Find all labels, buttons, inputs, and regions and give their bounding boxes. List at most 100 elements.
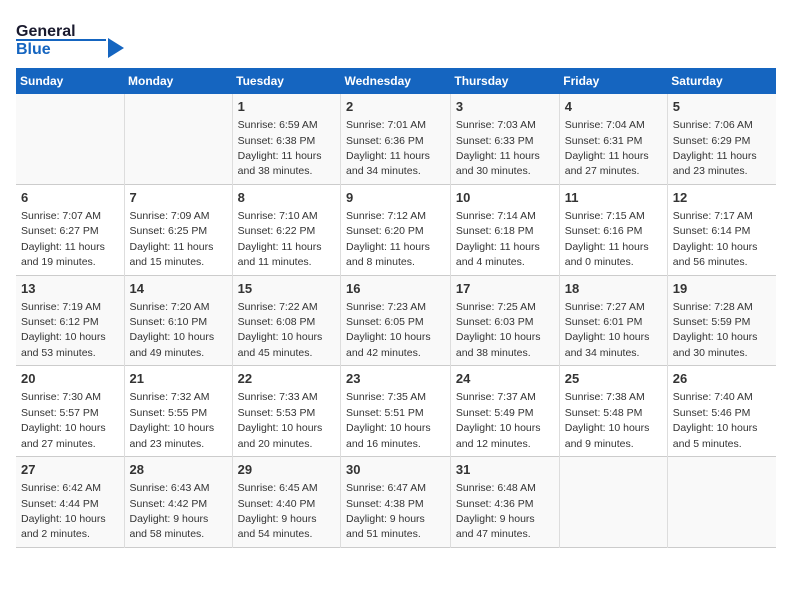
calendar-cell: 24 Sunrise: 7:37 AMSunset: 5:49 PMDayligh…: [450, 366, 559, 457]
calendar-cell: 15 Sunrise: 7:22 AMSunset: 6:08 PMDayligh…: [232, 275, 340, 366]
day-number: 19: [673, 280, 771, 298]
calendar-cell: 27Sunrise: 6:42 AMSunset: 4:44 PMDayligh…: [16, 457, 124, 548]
day-info: Sunrise: 7:04 AMSunset: 6:31 PMDaylight:…: [565, 119, 649, 177]
day-info: Sunrise: 7:35 AMSunset: 5:51 PMDaylight:…: [346, 391, 431, 449]
calendar-cell: 11 Sunrise: 7:15 AMSunset: 6:16 PMDayligh…: [559, 184, 667, 275]
day-number: 4: [565, 98, 662, 116]
calendar-cell: 29Sunrise: 6:45 AMSunset: 4:40 PMDayligh…: [232, 457, 340, 548]
day-info: Sunrise: 7:14 AMSunset: 6:18 PMDaylight:…: [456, 210, 540, 268]
day-info: Sunrise: 6:48 AMSunset: 4:36 PMDaylight:…: [456, 482, 536, 540]
calendar-cell: 2 Sunrise: 7:01 AMSunset: 6:36 PMDaylight…: [341, 94, 451, 184]
calendar-cell: 1 Sunrise: 6:59 AMSunset: 6:38 PMDaylight…: [232, 94, 340, 184]
calendar-cell: 20 Sunrise: 7:30 AMSunset: 5:57 PMDayligh…: [16, 366, 124, 457]
day-info: Sunrise: 7:09 AMSunset: 6:25 PMDaylight:…: [130, 210, 214, 268]
calendar-week-row: 1 Sunrise: 6:59 AMSunset: 6:38 PMDaylight…: [16, 94, 776, 184]
calendar-cell: 5 Sunrise: 7:06 AMSunset: 6:29 PMDaylight…: [667, 94, 776, 184]
day-number: 8: [238, 189, 335, 207]
calendar-cell: 28 Sunrise: 6:43 AMSunset: 4:42 PMDayligh…: [124, 457, 232, 548]
day-number: 15: [238, 280, 335, 298]
weekday-header: Saturday: [667, 68, 776, 94]
day-number: 17: [456, 280, 554, 298]
day-info: Sunrise: 6:59 AMSunset: 6:38 PMDaylight:…: [238, 119, 322, 177]
calendar-cell: 13 Sunrise: 7:19 AMSunset: 6:12 PMDayligh…: [16, 275, 124, 366]
day-info: Sunrise: 7:10 AMSunset: 6:22 PMDaylight:…: [238, 210, 322, 268]
calendar-header: SundayMondayTuesdayWednesdayThursdayFrid…: [16, 68, 776, 94]
logo: General Blue: [16, 16, 126, 60]
day-info: Sunrise: 7:38 AMSunset: 5:48 PMDaylight:…: [565, 391, 650, 449]
weekday-header: Wednesday: [341, 68, 451, 94]
calendar-week-row: 27Sunrise: 6:42 AMSunset: 4:44 PMDayligh…: [16, 457, 776, 548]
day-number: 2: [346, 98, 445, 116]
day-info: Sunrise: 7:40 AMSunset: 5:46 PMDaylight:…: [673, 391, 758, 449]
day-number: 3: [456, 98, 554, 116]
day-info: Sunrise: 7:32 AMSunset: 5:55 PMDaylight:…: [130, 391, 215, 449]
calendar-week-row: 20 Sunrise: 7:30 AMSunset: 5:57 PMDayligh…: [16, 366, 776, 457]
calendar-cell: 14Sunrise: 7:20 AMSunset: 6:10 PMDayligh…: [124, 275, 232, 366]
day-info: Sunrise: 7:06 AMSunset: 6:29 PMDaylight:…: [673, 119, 757, 177]
day-info: Sunrise: 7:37 AMSunset: 5:49 PMDaylight:…: [456, 391, 541, 449]
logo-svg: General Blue: [16, 16, 126, 60]
day-number: 16: [346, 280, 445, 298]
day-info: Sunrise: 6:42 AMSunset: 4:44 PMDaylight:…: [21, 482, 106, 540]
calendar-cell: [124, 94, 232, 184]
weekday-header: Thursday: [450, 68, 559, 94]
day-number: 12: [673, 189, 771, 207]
day-info: Sunrise: 7:27 AMSunset: 6:01 PMDaylight:…: [565, 301, 650, 359]
day-number: 25: [565, 370, 662, 388]
day-number: 30: [346, 461, 445, 479]
weekday-header: Tuesday: [232, 68, 340, 94]
weekday-row: SundayMondayTuesdayWednesdayThursdayFrid…: [16, 68, 776, 94]
day-info: Sunrise: 7:20 AMSunset: 6:10 PMDaylight:…: [130, 301, 215, 359]
day-number: 11: [565, 189, 662, 207]
day-info: Sunrise: 6:45 AMSunset: 4:40 PMDaylight:…: [238, 482, 318, 540]
day-number: 22: [238, 370, 335, 388]
day-info: Sunrise: 6:43 AMSunset: 4:42 PMDaylight:…: [130, 482, 210, 540]
day-number: 9: [346, 189, 445, 207]
calendar-cell: 3Sunrise: 7:03 AMSunset: 6:33 PMDaylight…: [450, 94, 559, 184]
calendar-cell: 22 Sunrise: 7:33 AMSunset: 5:53 PMDayligh…: [232, 366, 340, 457]
calendar-cell: 19 Sunrise: 7:28 AMSunset: 5:59 PMDayligh…: [667, 275, 776, 366]
calendar-cell: 21Sunrise: 7:32 AMSunset: 5:55 PMDayligh…: [124, 366, 232, 457]
calendar-cell: 25 Sunrise: 7:38 AMSunset: 5:48 PMDayligh…: [559, 366, 667, 457]
calendar-cell: 30 Sunrise: 6:47 AMSunset: 4:38 PMDayligh…: [341, 457, 451, 548]
day-info: Sunrise: 7:01 AMSunset: 6:36 PMDaylight:…: [346, 119, 430, 177]
calendar-cell: 6 Sunrise: 7:07 AMSunset: 6:27 PMDaylight…: [16, 184, 124, 275]
calendar-cell: 9 Sunrise: 7:12 AMSunset: 6:20 PMDaylight…: [341, 184, 451, 275]
calendar-cell: 12 Sunrise: 7:17 AMSunset: 6:14 PMDayligh…: [667, 184, 776, 275]
svg-text:Blue: Blue: [16, 41, 51, 58]
calendar-table: SundayMondayTuesdayWednesdayThursdayFrid…: [16, 68, 776, 548]
day-info: Sunrise: 7:19 AMSunset: 6:12 PMDaylight:…: [21, 301, 106, 359]
day-number: 6: [21, 189, 119, 207]
day-info: Sunrise: 7:28 AMSunset: 5:59 PMDaylight:…: [673, 301, 758, 359]
day-number: 7: [130, 189, 227, 207]
day-number: 23: [346, 370, 445, 388]
calendar-week-row: 6 Sunrise: 7:07 AMSunset: 6:27 PMDaylight…: [16, 184, 776, 275]
day-number: 31: [456, 461, 554, 479]
day-number: 28: [130, 461, 227, 479]
calendar-cell: 23 Sunrise: 7:35 AMSunset: 5:51 PMDayligh…: [341, 366, 451, 457]
day-info: Sunrise: 7:25 AMSunset: 6:03 PMDaylight:…: [456, 301, 541, 359]
day-info: Sunrise: 6:47 AMSunset: 4:38 PMDaylight:…: [346, 482, 426, 540]
calendar-cell: 18Sunrise: 7:27 AMSunset: 6:01 PMDayligh…: [559, 275, 667, 366]
calendar-cell: 17 Sunrise: 7:25 AMSunset: 6:03 PMDayligh…: [450, 275, 559, 366]
day-info: Sunrise: 7:22 AMSunset: 6:08 PMDaylight:…: [238, 301, 323, 359]
calendar-cell: 4 Sunrise: 7:04 AMSunset: 6:31 PMDaylight…: [559, 94, 667, 184]
calendar-cell: 8 Sunrise: 7:10 AMSunset: 6:22 PMDaylight…: [232, 184, 340, 275]
day-info: Sunrise: 7:17 AMSunset: 6:14 PMDaylight:…: [673, 210, 758, 268]
day-number: 13: [21, 280, 119, 298]
day-info: Sunrise: 7:23 AMSunset: 6:05 PMDaylight:…: [346, 301, 431, 359]
day-number: 20: [21, 370, 119, 388]
day-info: Sunrise: 7:33 AMSunset: 5:53 PMDaylight:…: [238, 391, 323, 449]
day-info: Sunrise: 7:07 AMSunset: 6:27 PMDaylight:…: [21, 210, 105, 268]
day-info: Sunrise: 7:15 AMSunset: 6:16 PMDaylight:…: [565, 210, 649, 268]
calendar-cell: 7 Sunrise: 7:09 AMSunset: 6:25 PMDaylight…: [124, 184, 232, 275]
calendar-week-row: 13 Sunrise: 7:19 AMSunset: 6:12 PMDayligh…: [16, 275, 776, 366]
weekday-header: Monday: [124, 68, 232, 94]
day-info: Sunrise: 7:30 AMSunset: 5:57 PMDaylight:…: [21, 391, 106, 449]
day-info: Sunrise: 7:12 AMSunset: 6:20 PMDaylight:…: [346, 210, 430, 268]
day-number: 5: [673, 98, 771, 116]
day-number: 1: [238, 98, 335, 116]
day-number: 24: [456, 370, 554, 388]
calendar-body: 1 Sunrise: 6:59 AMSunset: 6:38 PMDaylight…: [16, 94, 776, 547]
svg-text:General: General: [16, 23, 76, 40]
